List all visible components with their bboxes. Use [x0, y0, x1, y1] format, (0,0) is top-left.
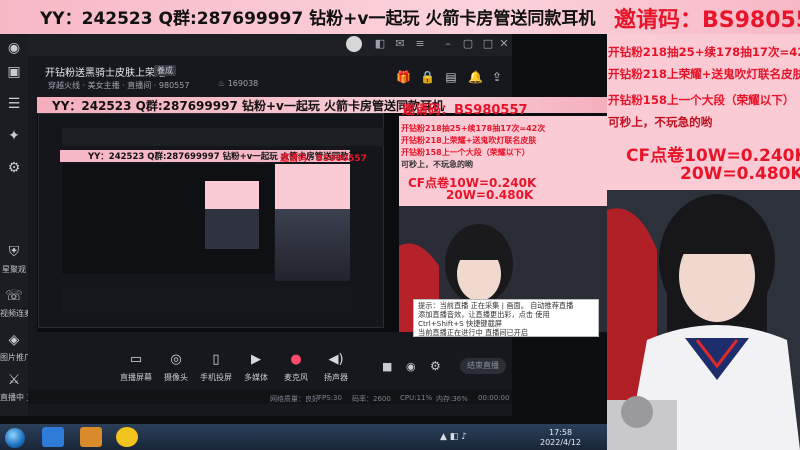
- promo-line: 开钻粉158上一个大段（荣耀以下）: [608, 93, 795, 107]
- tool-label: 多媒体: [244, 373, 268, 382]
- status-item: 码率：2600: [352, 395, 391, 403]
- image-icon[interactable]: ◈: [4, 332, 24, 352]
- bell-icon[interactable]: 🔔: [468, 70, 483, 84]
- record-icon[interactable]: ■: [382, 360, 392, 373]
- ie-icon[interactable]: [42, 427, 64, 447]
- sidebar-item-label: 星聚观: [2, 265, 26, 274]
- promo-line: 开钻粉218抽25+续178抽17次=42次: [608, 45, 800, 59]
- tool-phone-cast[interactable]: ▯ 手机投屏: [196, 352, 236, 383]
- tool-media[interactable]: ▶ 多媒体: [236, 352, 276, 383]
- preview-promo-line: 开钻粉218抽25+续178抽17次=42次: [401, 124, 546, 133]
- banner-invite-code: 邀请码：BS980557: [614, 8, 800, 33]
- settings-gear-icon[interactable]: ⚙: [430, 359, 441, 373]
- preview-promo-line: 开钻粉158上一个大段（荣耀以下）: [401, 148, 530, 157]
- tool-speaker[interactable]: ◀) 扬声器: [316, 352, 356, 383]
- avatar[interactable]: [346, 36, 362, 52]
- screen-lock-icon[interactable]: ▤: [444, 70, 458, 84]
- status-item: 00:00:00: [478, 394, 510, 402]
- sidebar-item-label: 图片推广: [0, 353, 28, 362]
- viewer-count: ♨ 169038: [218, 79, 258, 88]
- phone-cast-icon: ▯: [212, 352, 220, 367]
- status-item: 网络质量：良好: [270, 395, 319, 403]
- taskbar-clock[interactable]: 17:58 2022/4/12: [540, 428, 581, 448]
- skin-icon[interactable]: ◧: [374, 38, 386, 50]
- streamer-image: [607, 190, 800, 450]
- maximize-icon[interactable]: □: [482, 38, 494, 50]
- status-item: 内存:36%: [436, 395, 468, 403]
- room-badge[interactable]: 養成: [154, 65, 176, 76]
- nested-toolbar: [62, 287, 352, 313]
- video-link-icon[interactable]: ☏: [4, 288, 24, 308]
- streamer-webcam: [607, 190, 800, 450]
- nested-promo-panel-inner: [205, 181, 259, 209]
- nested-webcam-inner: [205, 209, 259, 249]
- tool-mic[interactable]: ● 麦克风: [276, 352, 316, 383]
- shield-icon[interactable]: ⛨: [4, 244, 24, 264]
- app-logo-icon: ◉: [7, 40, 21, 56]
- pk-icon[interactable]: ⚔: [4, 372, 24, 392]
- promo-line: 开钻粉218上荣耀+送鬼吹灯联名皮肤: [608, 67, 800, 81]
- speaker-icon: ◀): [328, 352, 344, 367]
- eye-icon[interactable]: ◉: [406, 360, 416, 373]
- interact-icon[interactable]: ✦: [4, 128, 24, 148]
- preview-promo-line: 可秒上，不玩急的哟: [401, 160, 473, 169]
- mic-icon: ●: [290, 352, 302, 367]
- tool-label: 直播屏幕: [120, 373, 152, 382]
- nested-header: [62, 128, 384, 146]
- notice-line: 当前直播正在进行中 直播间已开启: [418, 328, 529, 337]
- minimize-icon[interactable]: –: [442, 38, 454, 50]
- yy-icon[interactable]: [116, 427, 138, 447]
- status-item: FPS:30: [318, 394, 342, 402]
- tool-label: 扬声器: [324, 373, 348, 382]
- preview-promo-line: 开钻粉218上荣耀+送鬼吹灯联名皮肤: [401, 136, 537, 145]
- taskbar-time: 17:58: [548, 428, 573, 437]
- restore-icon[interactable]: ▢: [462, 38, 474, 50]
- screen-icon: ▭: [129, 352, 143, 367]
- price-10w: CF点卷10W=0.240K: [626, 146, 800, 166]
- nested-invite-code: 邀请码：BS980557: [280, 154, 367, 164]
- settings-icon[interactable]: ⚙: [4, 160, 24, 180]
- media-icon: ▶: [251, 352, 261, 367]
- price-20w: 20W=0.480K: [680, 164, 800, 184]
- preview-price-20w: 20W=0.480K: [446, 188, 534, 202]
- camera-icon: ◎: [170, 352, 182, 367]
- viewer-count-value: 169038: [227, 79, 259, 88]
- tool-label: 摄像头: [164, 373, 188, 382]
- title-bar: [28, 34, 512, 56]
- windows-start-icon[interactable]: [5, 428, 25, 448]
- share-icon[interactable]: ⇪: [490, 70, 504, 84]
- menu-icon[interactable]: ≡: [414, 38, 426, 50]
- library-icon[interactable]: ☰: [4, 96, 24, 116]
- tray-icons[interactable]: ▲ ◧ ♪: [440, 432, 467, 442]
- end-live-button[interactable]: 结束直播: [460, 358, 506, 374]
- tool-label: 麦克风: [284, 373, 308, 382]
- tool-screen[interactable]: ▭ 直播屏幕: [116, 352, 156, 383]
- lock-icon[interactable]: 🔒: [420, 70, 435, 84]
- gift-icon[interactable]: 🎁: [396, 70, 411, 84]
- live-icon[interactable]: ▣: [4, 64, 24, 84]
- tool-camera[interactable]: ◎ 摄像头: [156, 352, 196, 383]
- close-icon[interactable]: ✕: [498, 38, 510, 50]
- sidebar-item-label: 视频连麦: [0, 309, 28, 318]
- promo-line: 可秒上，不玩急的哟: [608, 115, 713, 129]
- room-tags: 穿越火线 · 美女主播 · 直播间 · 980557: [48, 81, 190, 90]
- room-title[interactable]: 开钻粉送黑骑士皮肤上荣耀: [45, 64, 165, 79]
- taskbar-date: 2022/4/12: [540, 438, 582, 447]
- app-icon[interactable]: [80, 427, 102, 447]
- status-item: CPU:11%: [400, 394, 433, 402]
- tool-label: 手机投屏: [200, 373, 232, 382]
- nested-promo-panel: [275, 164, 350, 209]
- preview-banner-text: YY：242523 Q群:287699997 钻粉+v一起玩 火箭卡房管送同款耳…: [52, 99, 445, 113]
- message-icon[interactable]: ✉: [394, 38, 406, 50]
- nested-webcam: [275, 209, 350, 281]
- banner-contact-text: YY：242523 Q群:287699997 钻粉+v一起玩 火箭卡房管送同款耳…: [40, 9, 596, 29]
- fire-icon: ♨: [218, 79, 228, 88]
